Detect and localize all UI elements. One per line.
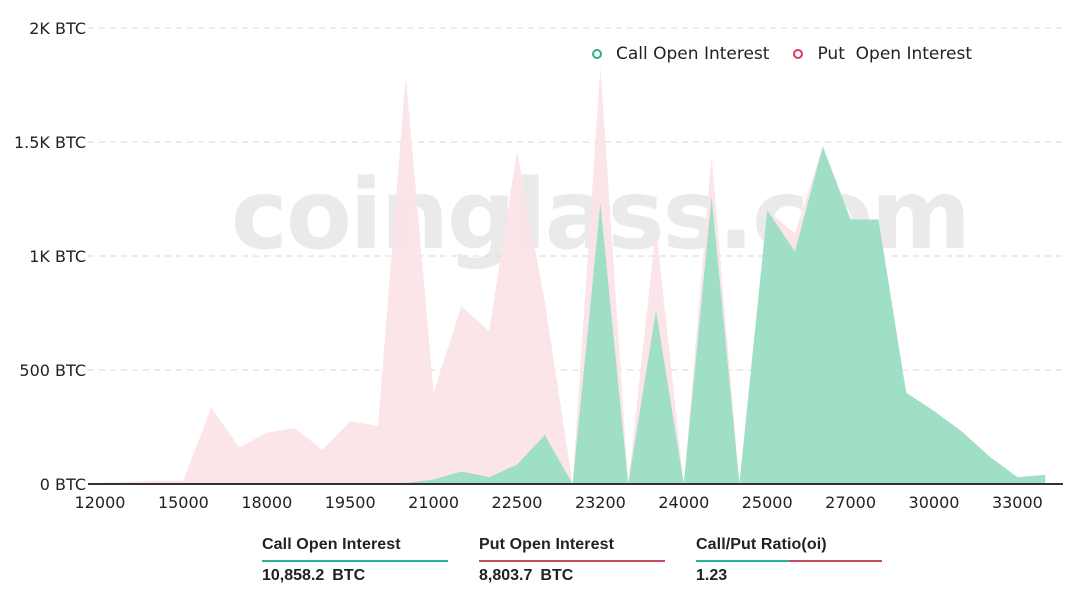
stat-value: 8,803.7 BTC: [479, 562, 665, 585]
x-tick-label: 33000: [992, 493, 1043, 512]
x-axis: 12000 15000 18000 19500 21000 22500 23200 24000…: [75, 493, 1043, 512]
y-tick-label: 2K BTC: [29, 19, 86, 38]
y-tick-label: 1K BTC: [29, 247, 86, 266]
x-tick-label: 25000: [742, 493, 793, 512]
stat-unit: BTC: [540, 567, 574, 584]
stat-call-put-ratio: Call/Put Ratio(oi) 1.23: [696, 536, 882, 585]
y-tick-label: 0 BTC: [40, 475, 86, 494]
stat-value: 1.23: [696, 562, 882, 585]
x-tick-label: 15000: [158, 493, 209, 512]
legend-item-put[interactable]: Put Open Interest: [793, 44, 972, 64]
x-tick-label: 23200: [575, 493, 626, 512]
y-tick-label: 500 BTC: [19, 361, 86, 380]
x-tick-label: 12000: [75, 493, 126, 512]
x-tick-label: 22500: [492, 493, 543, 512]
x-tick-label: 18000: [241, 493, 292, 512]
stat-value: 10,858.2 BTC: [262, 562, 448, 585]
stat-call-open-interest: Call Open Interest 10,858.2 BTC: [262, 536, 448, 585]
summary-stats: Call Open Interest 10,858.2 BTC Put Open …: [262, 536, 913, 585]
x-tick-label: 19500: [325, 493, 376, 512]
legend-label-put: Put Open Interest: [817, 44, 972, 64]
chart-legend: Call Open Interest Put Open Interest: [592, 44, 996, 64]
x-tick-label: 21000: [408, 493, 459, 512]
stat-number: 10,858.2: [262, 567, 325, 584]
stat-number: 8,803.7: [479, 567, 533, 584]
stat-label: Put Open Interest: [479, 536, 615, 553]
open-interest-chart: 0 BTC500 BTC1K BTC1.5K BTC2K BTC coingla…: [14, 19, 1063, 512]
legend-item-call[interactable]: Call Open Interest: [592, 44, 769, 64]
stat-unit: BTC: [332, 567, 366, 584]
x-tick-label: 30000: [909, 493, 960, 512]
legend-label-call: Call Open Interest: [616, 44, 770, 64]
x-tick-label: 24000: [658, 493, 709, 512]
stat-put-open-interest: Put Open Interest 8,803.7 BTC: [479, 536, 665, 585]
stat-label: Call/Put Ratio(oi): [696, 536, 827, 553]
put-marker-icon: [793, 49, 804, 59]
stat-label: Call Open Interest: [262, 536, 401, 553]
y-axis: 0 BTC 500 BTC 1K BTC 1.5K BTC 2K BTC: [14, 19, 86, 494]
stat-number: 1.23: [696, 567, 728, 584]
call-marker-icon: [592, 49, 602, 59]
y-tick-label: 1.5K BTC: [14, 133, 86, 152]
series-areas: [88, 66, 1046, 484]
x-tick-label: 27000: [825, 493, 876, 512]
